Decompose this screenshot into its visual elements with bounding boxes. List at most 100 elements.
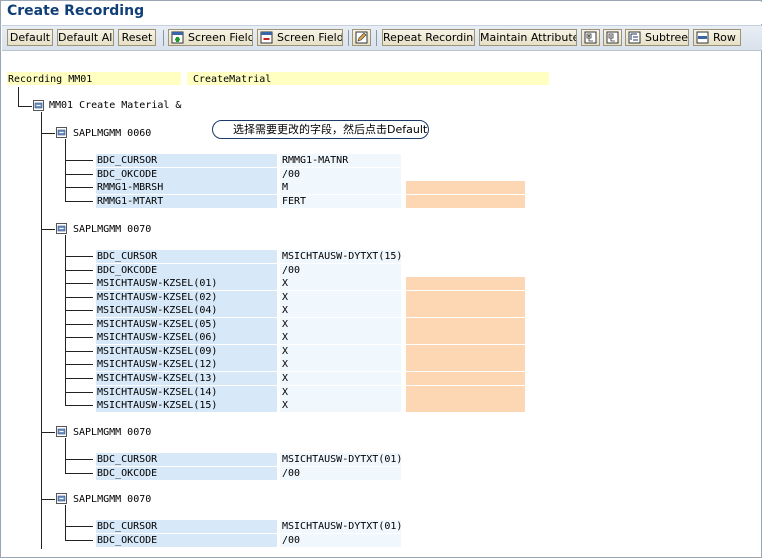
tree-connector [65, 187, 93, 188]
field-value: X [282, 400, 289, 411]
field-value: X [282, 305, 289, 316]
subtree-button[interactable]: Subtree [625, 29, 689, 46]
reset-button-label: Reset [121, 31, 153, 44]
tree-connector [65, 540, 93, 541]
tree-connector [41, 112, 42, 549]
expand-button[interactable] [581, 29, 600, 46]
tree-connector [18, 106, 32, 107]
collapse-folder-icon[interactable] [56, 426, 67, 437]
tree-connector [41, 432, 55, 433]
screen-label: SAPLMGMM 0070 [73, 494, 152, 505]
tree-connector [65, 283, 93, 284]
maintain-attributes-button[interactable]: Maintain Attributes [479, 29, 577, 46]
field-value-cell[interactable] [280, 399, 401, 412]
field-value-cell[interactable] [280, 358, 401, 371]
tree-connector [65, 459, 93, 460]
field-value: X [282, 319, 289, 330]
tree-connector [65, 351, 93, 352]
field-value: /00 [282, 265, 301, 276]
collapse-folder-icon[interactable] [56, 127, 67, 138]
maintain-attributes-label: Maintain Attributes [480, 31, 577, 44]
field-name: BDC_OKCODE [97, 169, 158, 180]
field-value: FERT [282, 196, 307, 207]
tree-connector [65, 364, 93, 365]
field-value: M [282, 182, 289, 193]
toolbar-separator [376, 30, 377, 46]
field-name: BDC_OKCODE [97, 468, 158, 479]
tree-connector [65, 438, 66, 473]
collapse-folder-icon[interactable] [33, 100, 44, 111]
delete-screen-field-button[interactable]: Screen Field [257, 29, 343, 46]
field-name: MSICHTAUSW-KZSEL(05) [97, 319, 218, 330]
tree-connector [65, 473, 93, 474]
field-value-cell[interactable] [280, 277, 401, 290]
default-button-label: Default [9, 31, 51, 44]
default-value-cell[interactable] [406, 386, 525, 399]
default-value-cell[interactable] [406, 181, 525, 194]
default-value-cell[interactable] [406, 304, 525, 317]
default-all-button[interactable]: Default All [57, 29, 114, 46]
default-value-cell[interactable] [406, 372, 525, 385]
collapse-tree-icon [606, 31, 619, 44]
default-value-cell[interactable] [406, 318, 525, 331]
field-name: BDC_CURSOR [97, 155, 158, 166]
window-title: Create Recording [7, 3, 145, 19]
transaction-label: MM01 Create Material & [49, 100, 182, 111]
sap-window: Create Recording Default Default All Res… [0, 0, 762, 558]
tooltip-text: 选择需要更改的字段，然后点击Default [233, 123, 428, 136]
repeat-recording-label: Repeat Recording [383, 31, 475, 44]
default-value-cell[interactable] [406, 345, 525, 358]
field-value-cell[interactable] [280, 372, 401, 385]
tree-connector [65, 526, 93, 527]
repeat-recording-button[interactable]: Repeat Recording [382, 29, 475, 46]
field-value: MSICHTAUSW-DYTXT(01) [282, 521, 403, 532]
tree-connector [41, 133, 55, 134]
field-value: /00 [282, 169, 301, 180]
subtree-icon [628, 31, 641, 44]
field-name: MSICHTAUSW-KZSEL(01) [97, 278, 218, 289]
field-name: BDC_CURSOR [97, 454, 158, 465]
collapse-folder-icon[interactable] [56, 493, 67, 504]
insert-screen-field-button[interactable]: Screen Field [168, 29, 253, 46]
reset-button[interactable]: Reset [118, 29, 156, 46]
field-value: X [282, 373, 289, 384]
field-name: BDC_OKCODE [97, 265, 158, 276]
delete-field-icon [260, 31, 273, 44]
field-value-cell[interactable] [280, 291, 401, 304]
row-label: Row [713, 31, 736, 44]
field-value-cell[interactable] [280, 318, 401, 331]
tree-connector [65, 392, 93, 393]
field-value: X [282, 332, 289, 343]
collapse-button[interactable] [603, 29, 622, 46]
default-value-cell[interactable] [406, 399, 525, 412]
default-button[interactable]: Default [7, 29, 53, 46]
field-value: X [282, 278, 289, 289]
field-value-cell[interactable] [280, 345, 401, 358]
field-value-cell[interactable] [280, 304, 401, 317]
recording-description: CreateMatrial [193, 74, 272, 85]
field-value-cell[interactable] [280, 331, 401, 344]
tree-connector [18, 87, 19, 107]
edit-button[interactable] [352, 29, 371, 46]
default-value-cell[interactable] [406, 195, 525, 208]
default-value-cell[interactable] [406, 358, 525, 371]
screen-label: SAPLMGMM 0070 [73, 427, 152, 438]
field-value: /00 [282, 468, 301, 479]
tooltip-bubble: 选择需要更改的字段，然后点击Default [212, 120, 429, 139]
delete-screen-field-label: Screen Field [277, 31, 343, 44]
field-value-cell[interactable] [280, 181, 401, 194]
collapse-folder-icon[interactable] [56, 223, 67, 234]
tree-connector [65, 270, 93, 271]
tree-connector [65, 160, 93, 161]
tree-connector [65, 256, 93, 257]
field-value: RMMG1-MATNR [282, 155, 349, 166]
tree-connector [65, 337, 93, 338]
field-value: /00 [282, 535, 301, 546]
row-button[interactable]: Row [693, 29, 741, 46]
field-value-cell[interactable] [280, 386, 401, 399]
default-value-cell[interactable] [406, 331, 525, 344]
default-value-cell[interactable] [406, 277, 525, 290]
tree-connector [65, 235, 66, 406]
field-name: MSICHTAUSW-KZSEL(02) [97, 292, 218, 303]
default-value-cell[interactable] [406, 291, 525, 304]
